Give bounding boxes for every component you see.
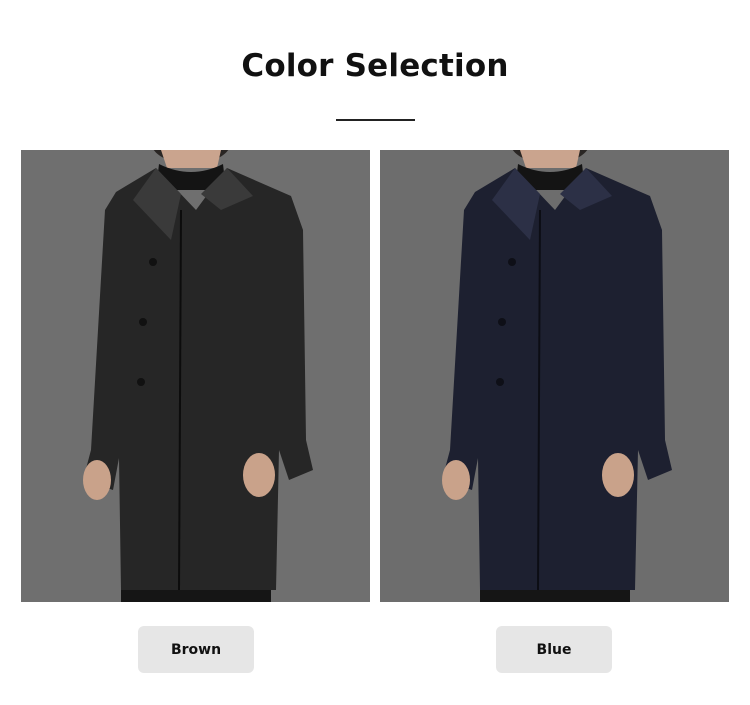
- coat-button: [137, 378, 145, 386]
- left-hand: [442, 460, 470, 500]
- product-photo-option-2[interactable]: [380, 150, 729, 602]
- right-hand: [602, 453, 634, 497]
- right-hand: [243, 453, 275, 497]
- coat-button: [498, 318, 506, 326]
- page-title: Color Selection: [241, 48, 509, 84]
- color-option-blue-button[interactable]: Blue: [496, 626, 612, 673]
- title-underline: [336, 119, 415, 121]
- left-hand: [83, 460, 111, 500]
- coat-button: [139, 318, 147, 326]
- coat-button: [508, 258, 516, 266]
- neck: [161, 150, 221, 168]
- coat-photo-illustration: [380, 150, 729, 602]
- color-option-label: Brown: [170, 641, 222, 658]
- color-option-brown-button[interactable]: Brown: [138, 626, 254, 673]
- color-option-label: Blue: [536, 641, 572, 658]
- product-photo-option-1[interactable]: [21, 150, 370, 602]
- coat-photo-illustration: [21, 150, 370, 602]
- coat-button: [149, 258, 157, 266]
- neck: [520, 150, 580, 168]
- coat-button: [496, 378, 504, 386]
